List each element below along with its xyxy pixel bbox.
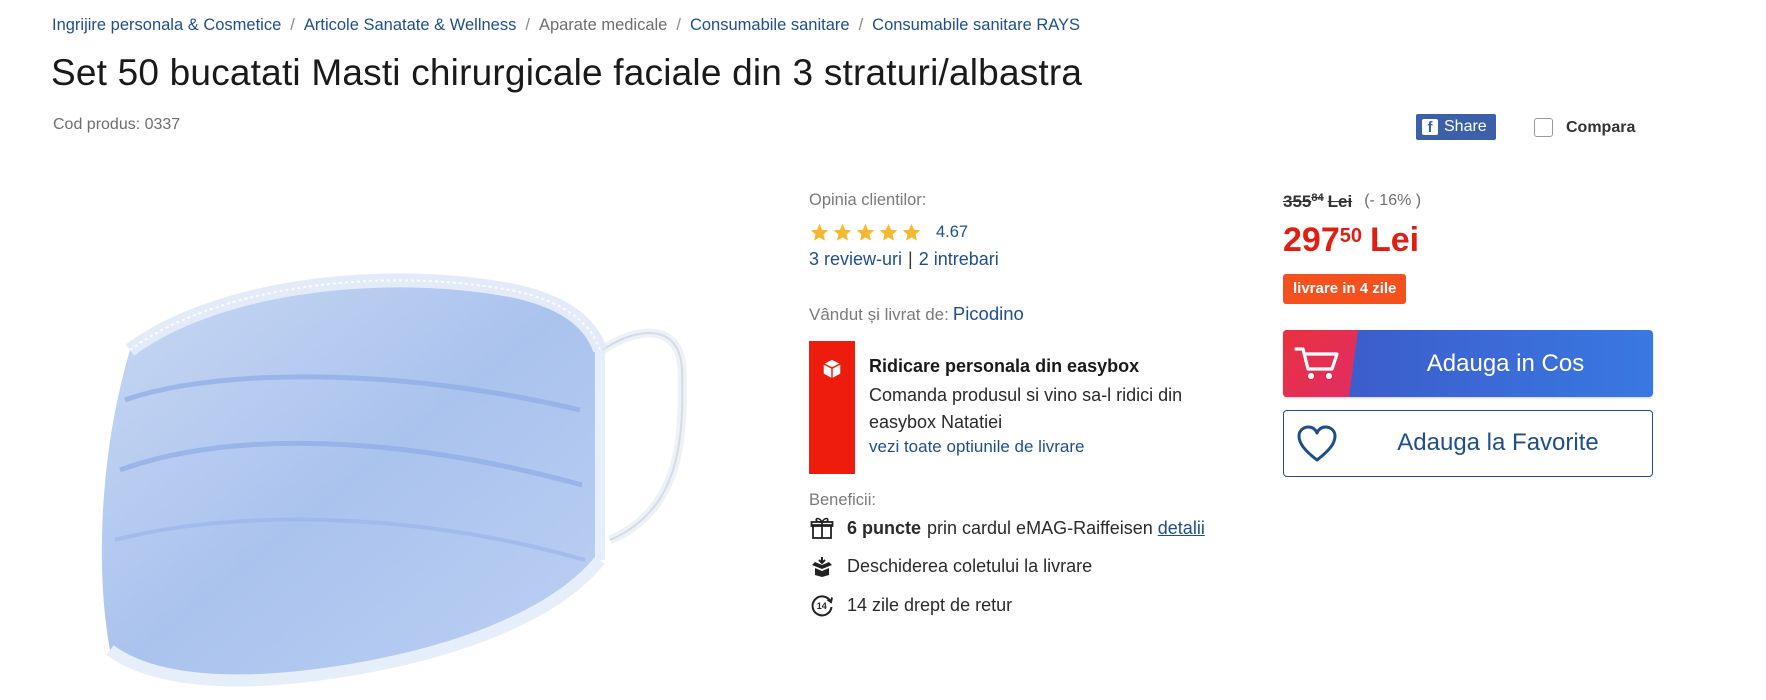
reviews-heading: Opinia clientilor: bbox=[809, 191, 927, 209]
open-box-icon bbox=[812, 557, 832, 577]
seller-label: Vândut și livrat de: bbox=[809, 305, 949, 324]
page-title: Set 50 bucatati Masti chirurgicale facia… bbox=[51, 52, 1083, 93]
add-to-favorites-label: Adauga la Favorite bbox=[1397, 429, 1599, 456]
breadcrumb-separator: / bbox=[525, 16, 530, 34]
product-code: Cod produs: 0337 bbox=[53, 116, 181, 133]
breadcrumb-link[interactable]: Consumabile sanitare RAYS bbox=[872, 16, 1080, 35]
old-price-currency: Lei bbox=[1327, 192, 1353, 211]
old-price: 355 84 Lei (- 16% ) bbox=[1283, 192, 1421, 212]
facebook-icon: f bbox=[1422, 119, 1438, 136]
star-icon bbox=[902, 223, 921, 241]
benefits-heading: Beneficii: bbox=[809, 491, 876, 509]
price-currency: Lei bbox=[1369, 221, 1420, 259]
benefit-open-package: Deschiderea coletului la livrare bbox=[809, 553, 1092, 579]
easybox-description: Comanda produsul si vino sa-l ridici din… bbox=[869, 385, 1183, 432]
return-14-icon: 14 bbox=[811, 595, 833, 617]
cart-icon-zone bbox=[1283, 330, 1358, 397]
benefit-open-package-text: Deschiderea coletului la livrare bbox=[847, 555, 1093, 576]
questions-link[interactable]: 2 intrebari bbox=[919, 249, 999, 269]
easybox-title: Ridicare personala din easybox bbox=[869, 356, 1140, 376]
delivery-badge: livrare in 4 zile bbox=[1283, 274, 1407, 304]
heart-icon bbox=[1297, 425, 1337, 462]
rating-stars bbox=[809, 222, 922, 243]
breadcrumb-link[interactable]: Ingrijire personala & Cosmetice bbox=[52, 16, 281, 35]
rating-value[interactable]: 4.67 bbox=[936, 223, 968, 242]
facebook-share-button[interactable]: f Share bbox=[1416, 114, 1496, 140]
benefit-return: 14 14 zile drept de retur bbox=[809, 592, 1012, 618]
breadcrumb-item: Aparate medicale bbox=[538, 16, 668, 34]
breadcrumb-separator: / bbox=[676, 16, 681, 34]
old-price-decimal: 84 bbox=[1311, 192, 1324, 204]
return-days-icon-text: 14 bbox=[817, 601, 827, 611]
add-to-favorites-button[interactable]: Adauga la Favorite bbox=[1283, 410, 1653, 477]
discount-badge: (- 16% ) bbox=[1364, 192, 1422, 209]
benefit-return-text: 14 zile drept de retur bbox=[847, 594, 1013, 615]
price-integer: 297 bbox=[1283, 221, 1340, 259]
rating-row[interactable]: 4.67 bbox=[809, 222, 968, 243]
delivery-options-link[interactable]: vezi toate optiunile de livrare bbox=[869, 437, 1084, 457]
add-to-cart-label: Adauga in Cos bbox=[1426, 350, 1585, 377]
price-decimal: 50 bbox=[1339, 225, 1362, 247]
reviews-separator: | bbox=[908, 249, 913, 269]
gift-icon bbox=[810, 517, 834, 539]
benefit-points-text: prin cardul eMAG-Raiffeisen bbox=[927, 517, 1153, 538]
current-price: 297 50 Lei bbox=[1283, 221, 1419, 260]
product-image[interactable] bbox=[90, 270, 690, 700]
seller-info: Vândut și livrat de: Picodino bbox=[809, 303, 1024, 325]
star-icon bbox=[856, 223, 875, 241]
easybox-bar bbox=[809, 341, 855, 474]
breadcrumb-link[interactable]: Articole Sanatate & Wellness bbox=[304, 16, 516, 35]
benefit-points: 6 puncte prin cardul eMAG-Raiffeisen det… bbox=[809, 515, 1205, 541]
breadcrumb-separator: / bbox=[858, 16, 864, 34]
breadcrumb-separator: / bbox=[290, 16, 295, 34]
reviews-links: 3 review-uri | 2 intrebari bbox=[809, 249, 999, 270]
reviews-link[interactable]: 3 review-uri bbox=[809, 249, 902, 269]
box-icon bbox=[823, 359, 841, 379]
old-price-integer: 355 bbox=[1283, 192, 1312, 211]
benefit-details-link[interactable]: detalii bbox=[1158, 518, 1205, 539]
seller-link[interactable]: Picodino bbox=[953, 303, 1024, 324]
breadcrumb: Ingrijire personala & Cosmetice / Artico… bbox=[52, 16, 1080, 35]
star-icon bbox=[833, 223, 852, 241]
compare-label: Compara bbox=[1566, 118, 1636, 136]
breadcrumb-link[interactable]: Consumabile sanitare bbox=[690, 16, 850, 35]
cart-icon bbox=[1294, 347, 1339, 379]
star-icon bbox=[810, 223, 829, 241]
compare-toggle[interactable]: Compara bbox=[1534, 118, 1635, 137]
benefit-points-value: 6 puncte bbox=[847, 517, 922, 538]
share-label: Share bbox=[1444, 118, 1487, 135]
add-to-cart-button[interactable]: Adauga in Cos bbox=[1283, 330, 1653, 397]
compare-checkbox[interactable] bbox=[1534, 118, 1553, 137]
star-icon bbox=[879, 223, 898, 241]
